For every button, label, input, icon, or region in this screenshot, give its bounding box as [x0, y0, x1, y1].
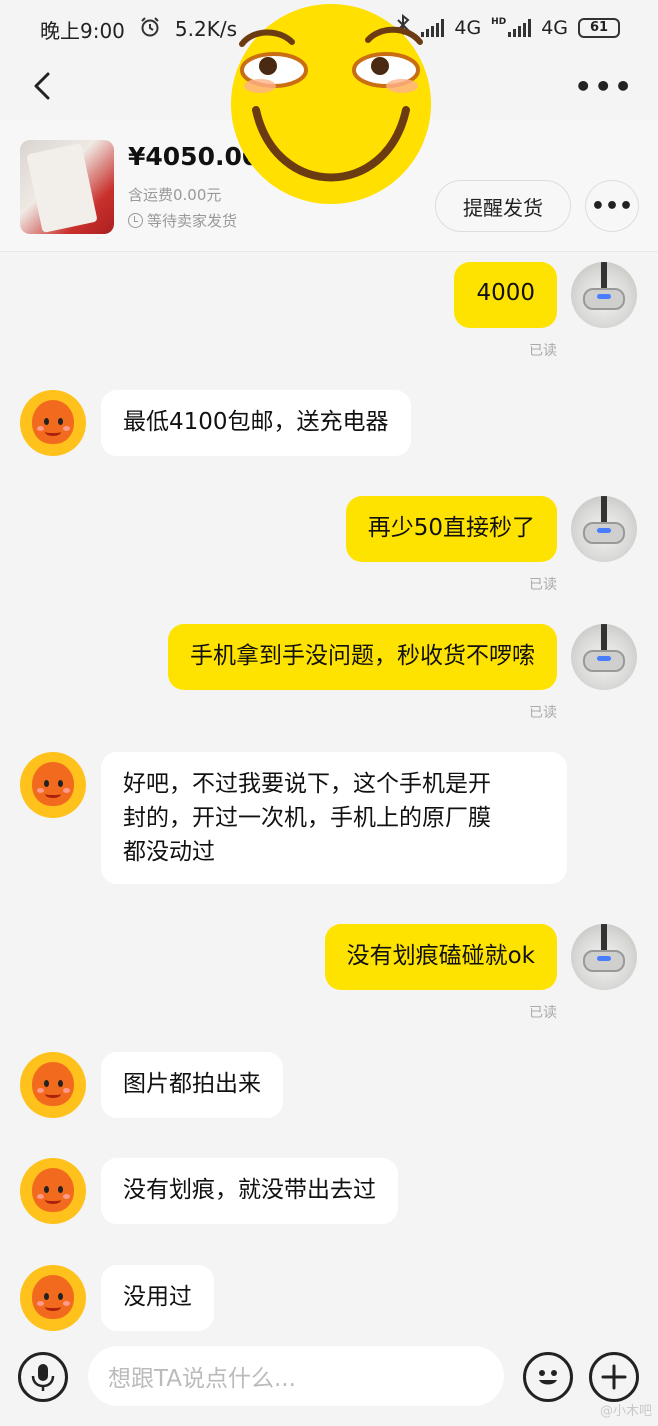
smirk-emoji-sticker	[226, 0, 436, 206]
chat-bubble-received[interactable]: 好吧，不过我要说下，这个手机是开 封的，开过一次机，手机上的原厂膜 都没动过	[101, 752, 567, 884]
remind-ship-button[interactable]: 提醒发货	[435, 180, 571, 232]
seller-avatar[interactable]	[20, 1052, 86, 1118]
more-options-button[interactable]: •••	[574, 70, 634, 103]
my-avatar[interactable]	[571, 262, 637, 328]
chevron-left-icon	[34, 72, 50, 100]
network-label-1: 4G	[454, 16, 482, 39]
read-receipt: 已读	[529, 1005, 557, 1021]
chat-bubble-received[interactable]: 图片都拍出来	[101, 1052, 283, 1118]
hd-label: HD	[491, 16, 507, 27]
signal-icon-2	[508, 18, 532, 37]
input-bar: 想跟TA说点什么...	[0, 1340, 658, 1426]
voice-button[interactable]	[18, 1352, 68, 1402]
seller-avatar[interactable]	[20, 1265, 86, 1331]
battery-icon: 61	[578, 17, 620, 38]
alarm-icon	[139, 16, 161, 43]
read-receipt: 已读	[529, 577, 557, 593]
read-receipt: 已读	[529, 343, 557, 359]
my-avatar[interactable]	[571, 496, 637, 562]
emoji-button[interactable]	[523, 1352, 573, 1402]
chat-bubble-received[interactable]: 最低4100包邮，送充电器	[101, 390, 411, 456]
my-avatar[interactable]	[571, 624, 637, 690]
seller-avatar[interactable]	[20, 1158, 86, 1224]
smiley-icon	[539, 1370, 557, 1385]
order-status-label: 等待卖家发货	[147, 212, 238, 230]
seller-avatar[interactable]	[20, 752, 86, 818]
back-button[interactable]	[26, 66, 66, 106]
shipping-fee: 含运费0.00元	[128, 186, 222, 204]
chat-bubble-sent[interactable]: 4000	[454, 262, 557, 328]
microphone-icon	[31, 1364, 55, 1391]
clock-icon	[128, 213, 143, 228]
seller-avatar[interactable]	[20, 390, 86, 456]
read-receipt: 已读	[529, 705, 557, 721]
chat-bubble-sent[interactable]: 没有划痕磕碰就ok	[324, 924, 557, 990]
network-label-2: 4G	[541, 16, 568, 39]
my-avatar[interactable]	[571, 924, 637, 990]
product-thumbnail[interactable]	[20, 140, 114, 234]
message-input[interactable]: 想跟TA说点什么...	[88, 1346, 504, 1406]
chat-bubble-sent[interactable]: 再少50直接秒了	[345, 496, 557, 562]
watermark: @小木吧	[599, 1404, 652, 1419]
chat-bubble-sent[interactable]: 手机拿到手没问题，秒收货不啰嗦	[168, 624, 557, 690]
chat-bubble-received[interactable]: 没有划痕，就没带出去过	[101, 1158, 398, 1224]
order-more-button[interactable]: •••	[585, 180, 639, 232]
more-actions-button[interactable]	[589, 1352, 639, 1402]
plus-icon	[601, 1364, 627, 1390]
status-time: 晚上9:00	[40, 18, 125, 43]
order-status: 等待卖家发货	[128, 210, 237, 231]
chat-bubble-received[interactable]: 没用过	[101, 1265, 214, 1331]
